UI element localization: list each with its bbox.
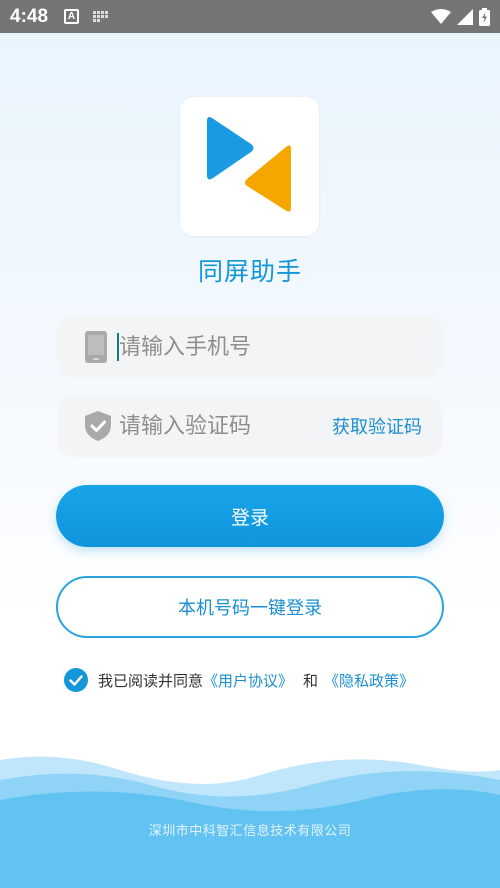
app-logo-icon [207,117,291,212]
wifi-icon [431,8,451,24]
status-bar: 4:48 A [0,0,500,33]
phone-field[interactable] [57,316,443,378]
agreement-text: 我已阅读并同意 [98,671,204,690]
app-name: 同屏助手 [197,257,302,286]
agreement-checkbox[interactable] [64,668,88,692]
agreement-row: 我已阅读并同意 《用户协议》 和 《隐私政策》 [64,668,414,692]
status-time: 4:48 [10,5,49,27]
company-name: 深圳市中科智汇信息技术有限公司 [148,824,352,839]
app-logo [180,97,319,236]
phone-input[interactable] [119,316,359,378]
keyboard-icon [93,11,111,23]
shield-check-icon [85,411,111,441]
signal-icon [457,8,473,25]
code-field[interactable]: 获取验证码 [57,395,443,457]
agreement-and: 和 [303,671,319,690]
battery-icon [479,7,490,26]
one-click-login-button[interactable]: 本机号码一键登录 [56,576,444,638]
phone-icon [85,331,107,363]
user-agreement-link[interactable]: 《用户协议》 [203,670,293,691]
login-button[interactable]: 登录 [56,485,444,547]
status-icons [431,7,490,26]
code-input[interactable] [119,395,359,457]
privacy-policy-link[interactable]: 《隐私政策》 [324,670,414,691]
check-icon [69,674,83,686]
get-code-button[interactable]: 获取验证码 [332,413,422,439]
footer-wave [0,756,500,888]
accessibility-icon: A [64,9,80,24]
